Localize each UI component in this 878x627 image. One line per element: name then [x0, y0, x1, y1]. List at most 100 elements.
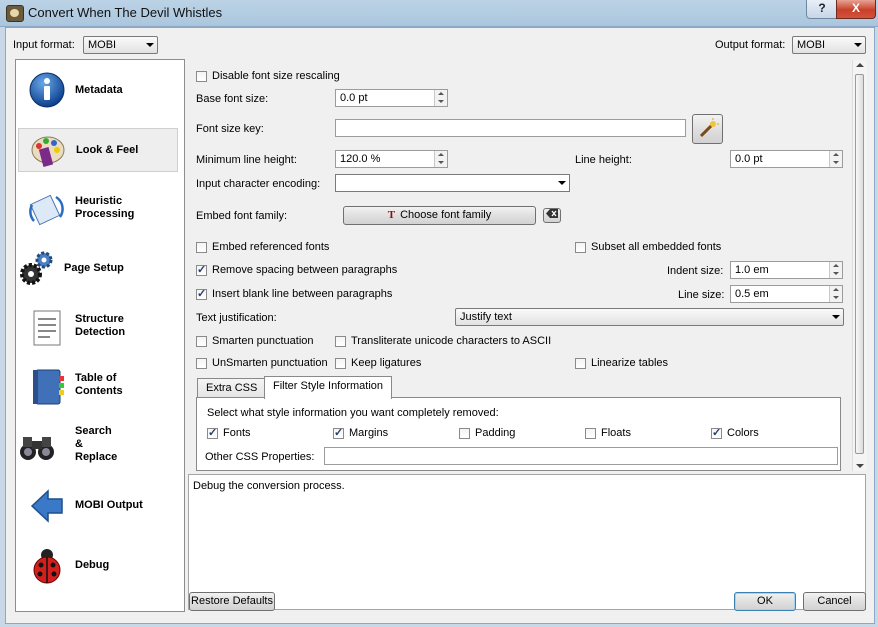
unsmarten-punctuation-checkbox[interactable]: UnSmarten punctuation [196, 357, 328, 369]
checkbox-label: Insert blank line between paragraphs [212, 288, 393, 300]
checkbox-box[interactable] [459, 427, 470, 439]
spin-down-icon[interactable] [833, 161, 839, 164]
sidebar-item-metadata[interactable]: Metadata [18, 68, 178, 112]
spin-buttons[interactable] [829, 151, 842, 167]
input-format-select[interactable]: MOBI [83, 36, 158, 54]
checkbox-box[interactable] [207, 426, 218, 439]
button-label: Choose font family [400, 209, 492, 221]
filter-padding-checkbox[interactable]: Padding [459, 427, 515, 439]
restore-defaults-button[interactable]: Restore Defaults [189, 592, 275, 611]
embed-referenced-checkbox[interactable]: Embed referenced fonts [196, 241, 329, 253]
spin-down-icon[interactable] [833, 272, 839, 275]
checkbox-box[interactable] [333, 426, 344, 439]
chevron-down-icon [146, 43, 154, 47]
sidebar-item-label: Structure Detection [75, 313, 126, 338]
ok-button[interactable]: OK [734, 592, 796, 611]
clear-icon [546, 209, 558, 218]
min-line-height-spinbox[interactable]: 120.0 % [335, 150, 448, 168]
text-justification-select[interactable]: Justify text [455, 308, 844, 326]
sidebar-item-look-feel[interactable]: Look & Feel [18, 128, 178, 172]
scroll-down-icon[interactable] [856, 464, 864, 468]
checkbox-box[interactable] [335, 357, 346, 369]
checkbox-box[interactable] [575, 357, 586, 369]
sidebar-item-mobi-output[interactable]: MOBI Output [18, 484, 178, 528]
smarten-punctuation-checkbox[interactable]: Smarten punctuation [196, 335, 314, 347]
disable-rescaling-checkbox[interactable]: Disable font size rescaling [196, 70, 340, 82]
checkbox-box[interactable] [196, 241, 207, 253]
settings-scrollbar[interactable] [852, 60, 867, 471]
spinbox-value: 1.0 em [735, 264, 769, 276]
spin-up-icon[interactable] [833, 264, 839, 267]
sidebar-item-search-replace[interactable]: Search & Replace [18, 424, 178, 468]
indent-size-spinbox[interactable]: 1.0 em [730, 261, 843, 279]
spin-down-icon[interactable] [833, 296, 839, 299]
line-size-spinbox[interactable]: 0.5 em [730, 285, 843, 303]
input-encoding-select[interactable] [335, 174, 570, 192]
spinbox-value: 0.5 em [735, 288, 769, 300]
font-size-key-input[interactable] [335, 119, 686, 137]
input-encoding-label: Input character encoding: [196, 178, 321, 190]
spin-down-icon[interactable] [438, 161, 444, 164]
cancel-button[interactable]: Cancel [803, 592, 866, 611]
spin-up-icon[interactable] [833, 288, 839, 291]
spin-buttons[interactable] [829, 286, 842, 302]
checkbox-label: Embed referenced fonts [212, 241, 330, 253]
checkbox-label: Smarten punctuation [212, 335, 314, 347]
sidebar-item-debug[interactable]: Debug [18, 544, 178, 588]
other-css-input[interactable] [324, 447, 838, 465]
filter-fonts-checkbox[interactable]: Fonts [207, 426, 251, 439]
checkbox-box[interactable] [196, 287, 207, 300]
help-button[interactable]: ? [806, 0, 838, 19]
checkbox-box[interactable] [575, 241, 586, 253]
checkbox-box[interactable] [196, 335, 207, 347]
tab-extra-css[interactable]: Extra CSS [197, 378, 267, 398]
line-height-spinbox[interactable]: 0.0 pt [730, 150, 843, 168]
checkbox-box[interactable] [196, 263, 207, 276]
palette-icon [31, 136, 65, 167]
clear-font-button[interactable] [543, 208, 561, 223]
sidebar-item-label: MOBI Output [75, 499, 143, 511]
choose-font-family-button[interactable]: T Choose font family [343, 206, 536, 225]
spin-up-icon[interactable] [833, 153, 839, 156]
checkbox-box[interactable] [335, 335, 346, 347]
base-font-size-spinbox[interactable]: 0.0 pt [335, 89, 448, 107]
output-format-select[interactable]: MOBI [792, 36, 866, 54]
output-format-label: Output format: [715, 39, 786, 51]
checkbox-box[interactable] [196, 70, 207, 82]
transliterate-checkbox[interactable]: Transliterate unicode characters to ASCI… [335, 335, 551, 347]
text-justification-label: Text justification: [196, 312, 277, 324]
tab-filter-style-information[interactable]: Filter Style Information [264, 376, 393, 399]
spin-down-icon[interactable] [438, 100, 444, 103]
checkbox-box[interactable] [196, 357, 207, 369]
insert-blank-checkbox[interactable]: Insert blank line between paragraphs [196, 287, 393, 300]
sidebar-item-page-setup[interactable]: Page Setup [18, 247, 178, 291]
spin-buttons[interactable] [434, 90, 447, 106]
checkbox-box[interactable] [711, 426, 722, 439]
spin-buttons[interactable] [829, 262, 842, 278]
linearize-tables-checkbox[interactable]: Linearize tables [575, 357, 668, 369]
arrow-left-icon [30, 489, 63, 523]
filter-margins-checkbox[interactable]: Margins [333, 426, 388, 439]
sidebar-item-heuristic-processing[interactable]: Heuristic Processing [18, 188, 178, 232]
subset-embedded-checkbox[interactable]: Subset all embedded fonts [575, 241, 721, 253]
indent-size-label: Indent size: [667, 265, 724, 277]
spin-up-icon[interactable] [438, 92, 444, 95]
filter-floats-checkbox[interactable]: Floats [585, 427, 631, 439]
sidebar-item-table-of-contents[interactable]: Table of Contents [18, 365, 178, 409]
scroll-up-icon[interactable] [856, 63, 864, 67]
document-icon [33, 310, 61, 346]
checkbox-label: Subset all embedded fonts [591, 241, 722, 253]
remove-spacing-checkbox[interactable]: Remove spacing between paragraphs [196, 263, 397, 276]
sidebar-item-label: Search & Replace [75, 425, 118, 463]
embed-font-family-label: Embed font family: [196, 210, 288, 222]
spin-buttons[interactable] [434, 151, 447, 167]
filter-colors-checkbox[interactable]: Colors [711, 426, 759, 439]
font-size-wizard-button[interactable] [692, 114, 723, 144]
close-button[interactable]: X [836, 0, 876, 19]
chevron-down-icon [854, 43, 862, 47]
checkbox-box[interactable] [585, 427, 596, 439]
keep-ligatures-checkbox[interactable]: Keep ligatures [335, 357, 421, 369]
spin-up-icon[interactable] [438, 153, 444, 156]
scrollbar-thumb[interactable] [855, 74, 864, 454]
sidebar-item-structure-detection[interactable]: Structure Detection [18, 306, 178, 350]
